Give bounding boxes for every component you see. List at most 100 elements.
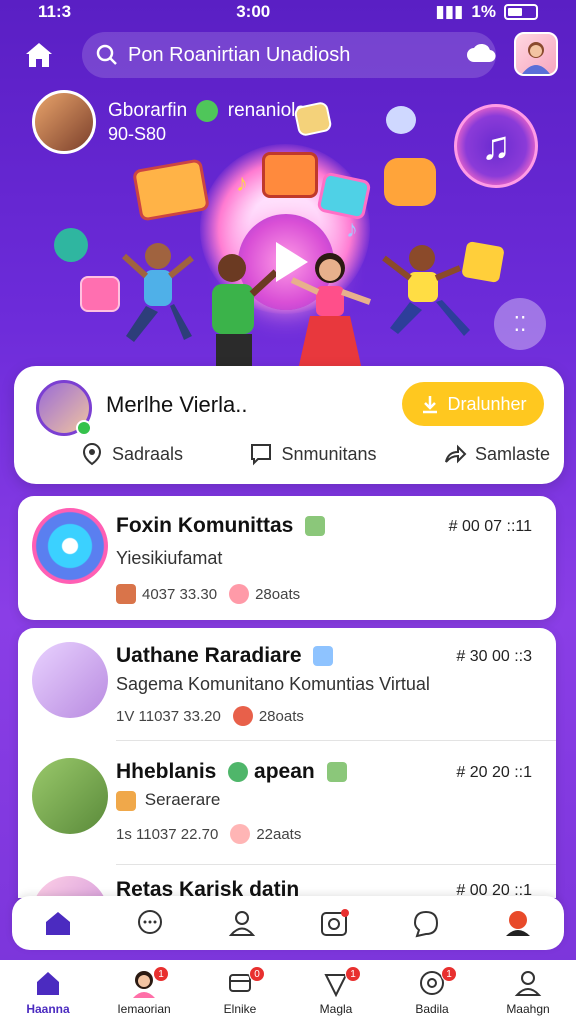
nav-media-button[interactable]: [317, 906, 351, 940]
online-indicator: [76, 420, 92, 436]
more-options-button[interactable]: ⁚⁚: [494, 298, 546, 350]
frame-icon: [293, 100, 333, 138]
person-icon: [228, 911, 256, 936]
feed-title: Foxin Komunittas: [116, 514, 326, 538]
feed-meta: 1s 11037 22.70 22aats: [116, 824, 302, 844]
hero-user-name: Gborarfin renaniolo: [108, 100, 306, 122]
person-figure: [290, 253, 372, 369]
nav-people-button[interactable]: [225, 906, 259, 940]
social-icon: [413, 910, 439, 938]
feed: Foxin Komunittas # 00 07 ::11 Yiesikiufa…: [0, 492, 576, 898]
status-bar: 11:3 3:00 ▮▮▮ 1%: [0, 0, 576, 24]
nav-home-button[interactable]: [41, 906, 75, 940]
music-icon[interactable]: ♫: [454, 104, 538, 188]
feed-time: # 30 00 ::3: [456, 648, 532, 665]
action-chat[interactable]: Snmunitans: [249, 442, 377, 466]
globe-icon: [228, 762, 249, 783]
action-location[interactable]: Sadraals: [80, 442, 183, 466]
download-label: Dralunher: [447, 393, 527, 414]
home-icon: [26, 43, 52, 67]
share-arrow-icon: [444, 444, 467, 464]
feed-avatar: [32, 508, 108, 584]
nav-profile-button[interactable]: [501, 906, 535, 940]
status-time: 11:3: [38, 2, 72, 21]
image-icon: [116, 584, 136, 604]
battery-percent: 1%: [471, 2, 496, 21]
feed-subtitle: Sagema Komunitano Komuntias Virtual: [116, 674, 430, 694]
status-right: ▮▮▮ 1%: [435, 2, 538, 22]
notification-badge: 1: [345, 966, 361, 982]
action-share[interactable]: Samlaste: [443, 442, 550, 466]
feed-avatar: [32, 876, 108, 898]
feed-title: Uathane Raradiare: [116, 644, 334, 668]
feed-card[interactable]: Foxin Komunittas # 00 07 ::11 Yiesikiufa…: [18, 496, 556, 620]
avatar-icon: [506, 911, 530, 936]
feed-title: Retas Karisk datin: [116, 878, 300, 898]
media-icon: [321, 909, 349, 936]
film-frame-icon: [262, 152, 318, 198]
hat-icon: [384, 158, 436, 206]
profile-card-name: Merlhe Vierla..: [106, 392, 248, 417]
feed-meta: 1V 11037 33.20 28oats: [116, 706, 304, 726]
nav-chat-button[interactable]: [133, 906, 167, 940]
hero-avatar[interactable]: [32, 90, 96, 154]
face-icon: [229, 584, 250, 604]
download-icon: [423, 396, 438, 414]
tab-badila[interactable]: 1 Badila: [387, 966, 477, 1016]
hero-banner: Gborarfin renaniolo 90-S80 ♫ ♪ ♪ ⁚⁚: [0, 84, 576, 369]
feed-subtitle: Seraerare: [116, 790, 220, 811]
emoji-icon: [326, 762, 347, 783]
home-button[interactable]: [22, 38, 56, 72]
location-pin-icon: [82, 442, 102, 466]
chat-bubble-icon: [138, 910, 162, 934]
face-icon: [232, 706, 253, 726]
music-note-icon: ♪: [346, 216, 358, 243]
music-note-icon: ♪: [236, 170, 248, 197]
face-icon: [230, 824, 251, 844]
signal-icon: ▮▮▮: [435, 2, 464, 21]
top-bar: Pon Roanirtian Unadiosh: [0, 28, 576, 80]
emoji-icon: [305, 516, 326, 537]
feed-avatar: [32, 758, 108, 834]
tab-memories[interactable]: 1 Iemaorian: [99, 966, 189, 1016]
cloud-button[interactable]: [466, 38, 496, 68]
list-item[interactable]: Hheblanis apean # 20 20 ::1 Seraerare 1s…: [18, 744, 556, 864]
feed-subtitle: Yiesikiufamat: [116, 548, 223, 568]
notification-badge: 1: [153, 966, 169, 982]
search-input[interactable]: Pon Roanirtian Unadiosh: [82, 32, 496, 78]
tab-magla[interactable]: 1 Magla: [291, 966, 381, 1016]
avatar-icon: [522, 42, 550, 74]
inner-nav-bar: [12, 896, 564, 950]
tab-profile[interactable]: Maahgn: [483, 968, 573, 1016]
list-item[interactable]: Retas Karisk datin # 00 20 ::1: [18, 868, 556, 898]
house-icon: [116, 790, 136, 811]
photo-frame-icon: [132, 158, 210, 222]
divider: [116, 740, 556, 741]
profile-avatar[interactable]: [514, 32, 558, 76]
person-figure: [382, 245, 470, 336]
download-button[interactable]: Dralunher: [402, 382, 544, 426]
globe-icon: [196, 100, 219, 122]
tab-home[interactable]: Haanna: [3, 968, 93, 1016]
tab-elnike[interactable]: 0 Elnike: [195, 966, 285, 1016]
chart-icon: [80, 276, 120, 312]
home-icon: [33, 968, 63, 998]
divider: [116, 864, 556, 865]
list-item[interactable]: Uathane Raradiare # 30 00 ::3 Sagema Kom…: [18, 628, 556, 740]
nav-social-button[interactable]: [409, 906, 443, 940]
person-figure: [212, 254, 276, 369]
tool-icon: [54, 228, 88, 262]
profile-actions: Sadraals Snmunitans Samlaste: [80, 442, 550, 466]
notification-badge: 0: [249, 966, 265, 982]
profile-card-avatar[interactable]: [36, 380, 92, 436]
person-figure: [121, 243, 194, 342]
tab-bar: Haanna 1 Iemaorian 0 Elnike 1 Magla 1 Ba…: [0, 960, 576, 1024]
search-text: Pon Roanirtian Unadiosh: [128, 43, 351, 66]
status-clock: 3:00: [236, 2, 271, 21]
feed-avatar: [32, 642, 108, 718]
feed-meta: 4037 33.30 28oats: [116, 584, 300, 604]
search-icon: [96, 44, 117, 65]
feed-time: # 20 20 ::1: [456, 764, 532, 781]
hero-user-sub: 90-S80: [108, 124, 167, 144]
paint-icon: [386, 106, 416, 134]
